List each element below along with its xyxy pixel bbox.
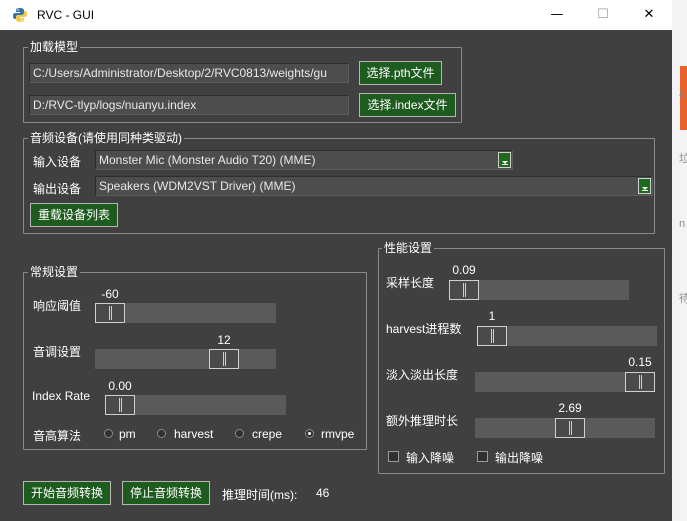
input-device-label: 输入设备 (33, 155, 82, 169)
extra-inference-slider[interactable] (475, 418, 655, 438)
minimize-button[interactable]: — (534, 0, 580, 30)
start-conversion-button[interactable]: 开始音频转换 (23, 481, 111, 505)
general-settings-legend: 常规设置 (28, 265, 81, 279)
window-title: RVC - GUI (37, 8, 95, 22)
pth-path-field[interactable]: C:/Users/Administrator/Desktop/2/RVC0813… (29, 63, 349, 83)
chevron-down-icon[interactable] (498, 152, 511, 168)
f0-option-crepe: crepe (252, 427, 283, 441)
background-window-text: 待 (679, 293, 687, 305)
index-rate-slider[interactable] (105, 395, 286, 415)
fade-length-label: 淡入淡出长度 (386, 368, 459, 382)
pitch-label: 音调设置 (33, 345, 82, 359)
python-icon (13, 8, 27, 22)
fade-length-slider-handle[interactable] (625, 372, 655, 392)
harvest-processes-slider-handle[interactable] (477, 326, 507, 346)
input-device-select[interactable]: Monster Mic (Monster Audio T20) (MME) (95, 150, 513, 170)
rvc-gui-window: RVC - GUI — ☐ ✕ 加载模型 C:/Users/Administra… (0, 0, 672, 521)
f0-radio-harvest[interactable] (157, 429, 166, 438)
index-rate-slider-handle[interactable] (105, 395, 135, 415)
index-rate-label: Index Rate (32, 389, 91, 403)
input-denoise-checkbox[interactable] (388, 451, 399, 462)
pitch-slider[interactable] (95, 349, 276, 369)
load-model-legend: 加载模型 (28, 40, 81, 54)
output-device-select[interactable]: Speakers (WDM2VST Driver) (MME) (95, 176, 653, 196)
infer-time-label: 推理时间(ms): (222, 488, 298, 502)
output-denoise-checkbox[interactable] (477, 451, 488, 462)
extra-inference-value: 2.69 (558, 401, 582, 415)
infer-time-value: 46 (316, 486, 330, 500)
threshold-slider[interactable] (95, 303, 276, 323)
input-device-value: Monster Mic (Monster Audio T20) (MME) (99, 153, 316, 167)
pitch-value: 12 (217, 333, 231, 347)
extra-inference-slider-handle[interactable] (555, 418, 585, 438)
f0-option-pm: pm (119, 427, 136, 441)
performance-settings-legend: 性能设置 (382, 241, 435, 255)
f0-radio-crepe[interactable] (235, 429, 244, 438)
sample-length-slider[interactable] (449, 280, 629, 300)
select-pth-button[interactable]: 选择.pth文件 (359, 61, 442, 85)
fade-length-value: 0.15 (628, 355, 652, 369)
reload-devices-button[interactable]: 重载设备列表 (30, 203, 118, 227)
fade-length-slider[interactable] (475, 372, 655, 392)
f0-option-harvest: harvest (174, 427, 214, 441)
output-denoise-label: 输出降噪 (495, 451, 544, 465)
chevron-down-icon[interactable] (638, 178, 651, 194)
index-rate-value: 0.00 (108, 379, 132, 393)
input-denoise-label: 输入降噪 (406, 451, 455, 465)
background-window-text: a (679, 88, 686, 100)
pitch-slider-handle[interactable] (209, 349, 239, 369)
index-path-field[interactable]: D:/RVC-tlyp/logs/nuanyu.index (29, 95, 349, 115)
harvest-processes-slider[interactable] (477, 326, 657, 346)
title-bar[interactable]: RVC - GUI — ☐ ✕ (0, 0, 672, 30)
sample-length-value: 0.09 (452, 263, 476, 277)
harvest-processes-value: 1 (488, 309, 496, 323)
maximize-button[interactable]: ☐ (580, 0, 626, 30)
stop-conversion-button[interactable]: 停止音频转换 (122, 481, 210, 505)
f0-radio-pm[interactable] (104, 429, 113, 438)
audio-devices-legend: 音频设备(请使用同种类驱动) (28, 131, 184, 145)
threshold-value: -60 (101, 287, 119, 301)
f0-option-rmvpe: rmvpe (321, 427, 355, 441)
threshold-label: 响应阈值 (33, 299, 82, 313)
extra-inference-label: 额外推理时长 (386, 414, 459, 428)
f0-method-label: 音高算法 (33, 429, 82, 443)
threshold-slider-handle[interactable] (95, 303, 125, 323)
sample-length-slider-handle[interactable] (449, 280, 479, 300)
f0-radio-rmvpe[interactable] (305, 429, 314, 438)
background-window-text: n (679, 218, 686, 230)
select-index-button[interactable]: 选择.index文件 (359, 93, 456, 117)
close-button[interactable]: ✕ (626, 0, 672, 30)
output-device-label: 输出设备 (33, 182, 82, 196)
harvest-processes-label: harvest进程数 (386, 322, 462, 336)
sample-length-label: 采样长度 (386, 276, 435, 290)
output-device-value: Speakers (WDM2VST Driver) (MME) (99, 179, 296, 193)
background-window-text: 垃 (679, 153, 687, 165)
